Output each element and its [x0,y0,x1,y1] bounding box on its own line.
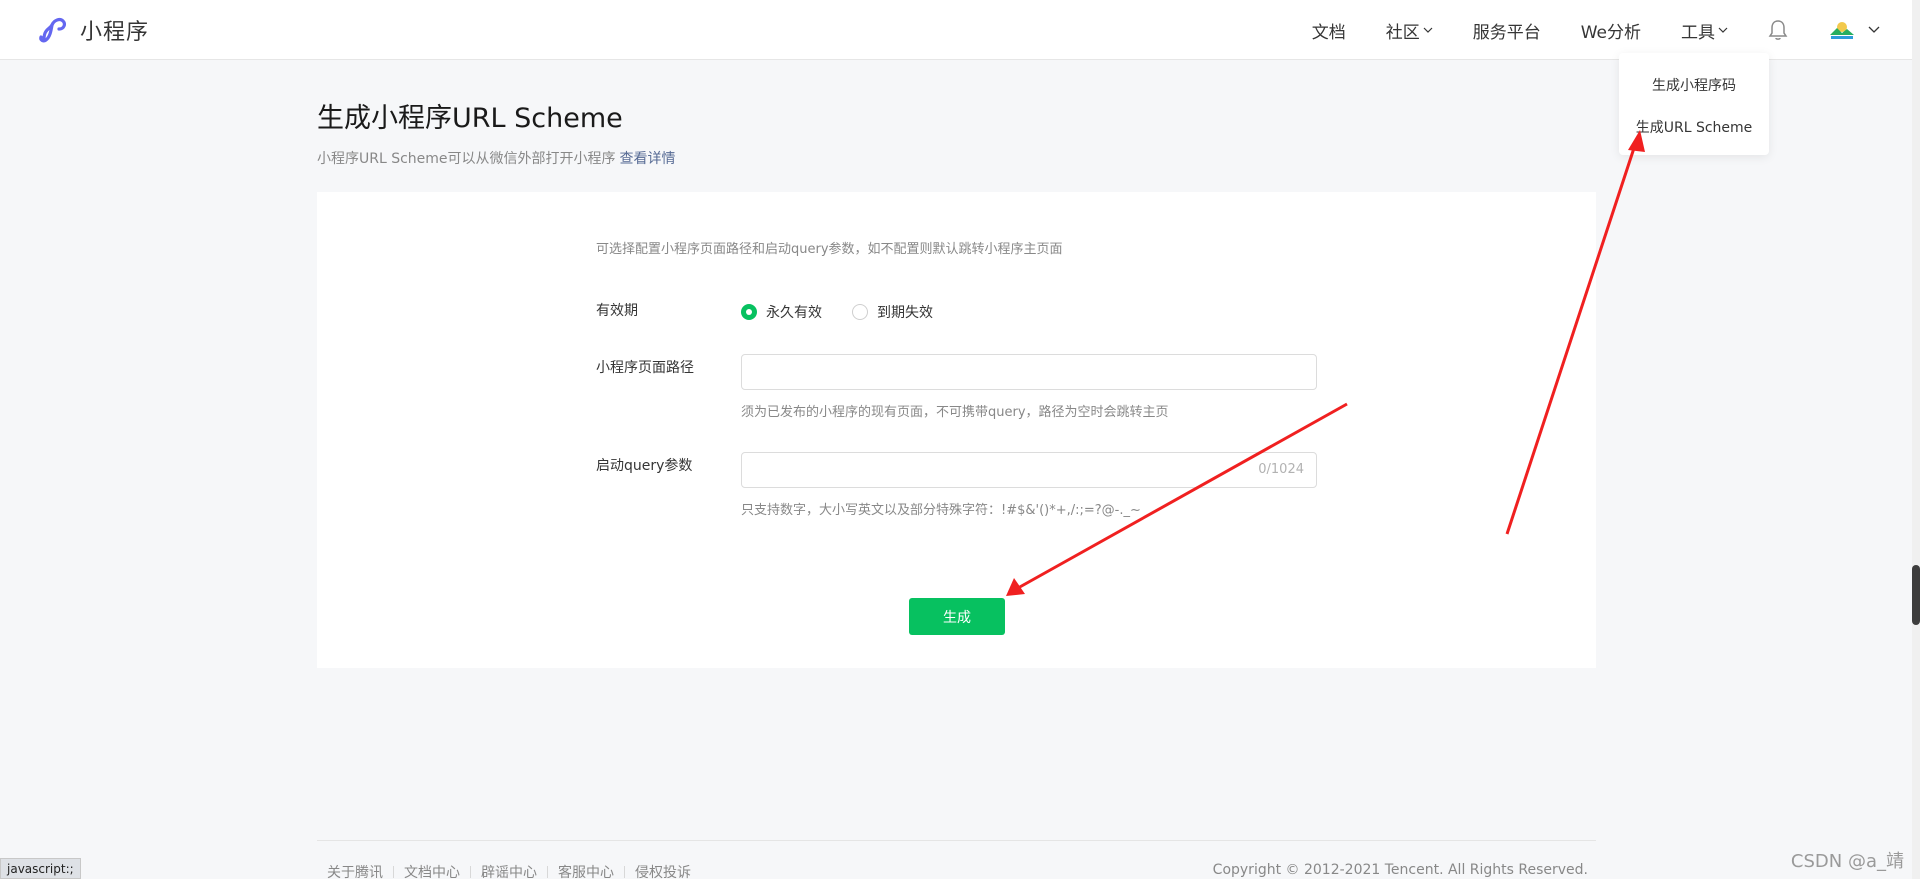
query-label: 启动query参数 [596,458,693,474]
scrollbar-thumb[interactable] [1912,565,1920,625]
avatar [1830,22,1854,39]
footer-separator [547,866,548,878]
nav-we-analytics-label: We分析 [1580,22,1641,43]
page-path-help: 须为已发布的小程序的现有页面，不可携带query，路径为空时会跳转主页 [741,405,1169,420]
footer-separator [393,866,394,878]
page-description-text: 小程序URL Scheme可以从微信外部打开小程序 [317,151,616,167]
footer-separator [624,866,625,878]
nav-service-platform-label: 服务平台 [1472,22,1541,43]
logo-icon [39,18,66,43]
radio-permanent[interactable]: 永久有效 [741,302,822,322]
page-description: 小程序URL Scheme可以从微信外部打开小程序 查看详情 [317,148,676,168]
detail-link[interactable]: 查看详情 [620,151,676,167]
page-path-label: 小程序页面路径 [596,360,694,376]
footer-links: 关于腾讯 文档中心 辟谣中心 客服中心 侵权投诉 [327,862,691,879]
nav-docs[interactable]: 文档 [1312,18,1346,43]
chevron-down-icon [1423,27,1433,33]
nav-community-label: 社区 [1385,22,1420,43]
tools-dropdown-menu: 生成小程序码 生成URL Scheme [1619,53,1769,155]
nav-tools[interactable]: 工具 [1681,18,1728,43]
footer-link-rumor[interactable]: 辟谣中心 [481,862,537,879]
footer-separator [470,866,471,878]
nav-community[interactable]: 社区 [1386,18,1433,43]
footer-link-complaint[interactable]: 侵权投诉 [635,862,691,879]
radio-permanent-label: 永久有效 [766,305,822,321]
top-header: 小程序 文档 社区 服务平台 We分析 工具 [0,0,1920,60]
footer-divider [317,840,1596,841]
chevron-down-icon [1718,27,1728,33]
nav-tools-label: 工具 [1681,22,1715,43]
browser-status-bar: javascript:; [0,858,81,879]
logo-text: 小程序 [80,20,150,45]
validity-label: 有效期 [596,303,638,319]
radio-expire-label: 到期失效 [877,305,933,321]
radio-expire[interactable]: 到期失效 [852,302,933,322]
nav-docs-label: 文档 [1311,22,1346,43]
footer-link-docs[interactable]: 文档中心 [404,862,460,879]
scrollbar-track[interactable] [1912,0,1920,879]
page-path-input[interactable] [741,354,1317,390]
copyright: Copyright © 2012-2021 Tencent. All Right… [1212,862,1588,878]
page-title: 生成小程序URL Scheme [317,103,623,134]
logo[interactable]: 小程序 [38,14,149,46]
query-char-counter: 0/1024 [1258,462,1304,477]
form-hint: 可选择配置小程序页面路径和启动query参数，如不配置则默认跳转小程序主页面 [596,242,1063,257]
menu-item-generate-url-scheme[interactable]: 生成URL Scheme [1619,117,1769,137]
radio-checked-icon [741,304,757,320]
menu-item-generate-qrcode[interactable]: 生成小程序码 [1619,75,1769,95]
nav-service-platform[interactable]: 服务平台 [1473,18,1541,43]
query-help: 只支持数字，大小写英文以及部分特殊字符：!#$&'()*+,/:;=?@-._~ [741,503,1141,518]
chevron-down-icon [1868,26,1880,33]
radio-unchecked-icon [852,304,868,320]
generate-button[interactable]: 生成 [909,598,1005,635]
top-nav: 文档 社区 服务平台 We分析 工具 [1272,0,1880,60]
nav-we-analytics[interactable]: We分析 [1581,18,1641,43]
footer-link-support[interactable]: 客服中心 [558,862,614,879]
watermark: CSDN @a_靖 [1790,851,1904,872]
query-input[interactable]: 0/1024 [741,452,1317,488]
form-card [317,192,1596,668]
footer-link-about[interactable]: 关于腾讯 [327,862,383,879]
account-menu[interactable] [1828,18,1880,42]
bell-icon[interactable] [1768,19,1788,41]
